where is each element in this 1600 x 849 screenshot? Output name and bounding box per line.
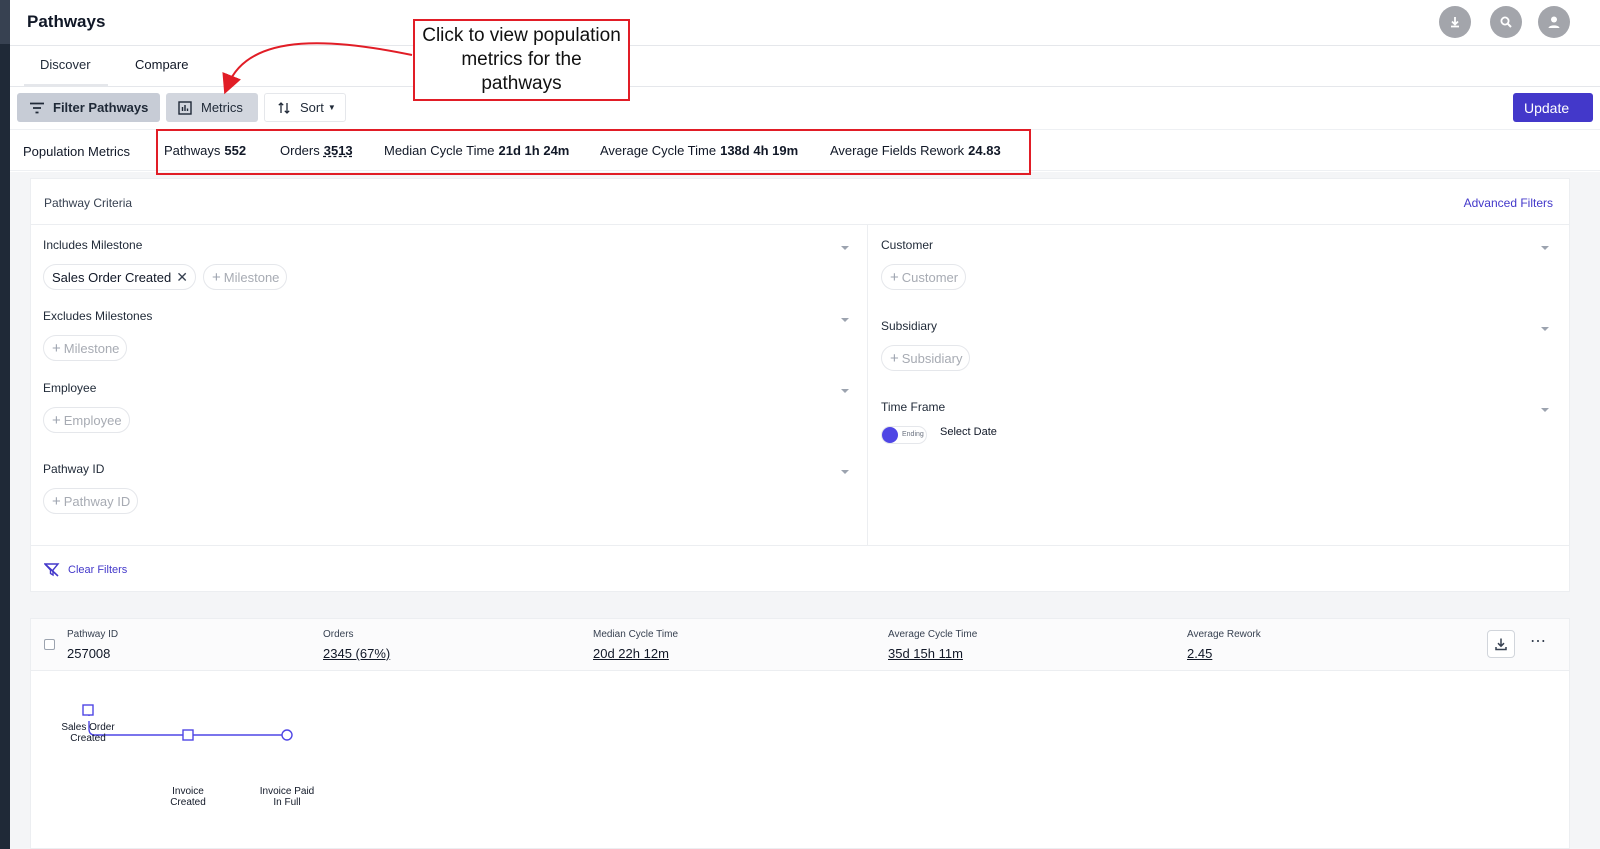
column-value-link[interactable]: 2.45 — [1187, 646, 1261, 661]
add-excluded-milestone-chip[interactable]: + Milestone — [43, 335, 128, 361]
node-label-line: Invoice — [172, 786, 204, 797]
end-node[interactable] — [281, 729, 293, 741]
excludes-milestones-label: Excludes Milestones — [43, 309, 153, 323]
chip-label: Customer — [901, 269, 959, 285]
criteria-header: Pathway Criteria Advanced Filters — [31, 179, 1569, 225]
node-label-line: Sales Order — [61, 722, 115, 733]
milestone-node[interactable] — [82, 704, 94, 716]
column-value-link[interactable]: 20d 22h 12m — [593, 646, 678, 661]
column-header: Average Cycle Time — [888, 629, 978, 640]
clear-filters-button[interactable]: Clear Filters — [44, 563, 127, 577]
column-value-link[interactable]: 35d 15h 11m — [888, 646, 977, 661]
pathway-id-label: Pathway ID — [43, 462, 105, 476]
node-label: Invoice Created — [148, 786, 228, 808]
plus-icon: + — [52, 411, 61, 429]
result-col-median-cycle-time: Median Cycle Time 20d 22h 12m — [593, 629, 678, 661]
update-button[interactable]: Update — [1513, 93, 1593, 122]
add-employee-chip[interactable]: + Employee — [43, 407, 130, 433]
customer-label: Customer — [881, 238, 934, 252]
column-header: Median Cycle Time — [593, 629, 679, 640]
select-date-button[interactable]: Select Date — [940, 426, 997, 438]
includes-milestone-label: Includes Milestone — [43, 238, 143, 252]
criteria-footer-divider — [31, 545, 1569, 546]
chip-label: Milestone — [63, 340, 120, 356]
result-col-orders: Orders 2345 (67%) — [323, 629, 390, 661]
user-icon[interactable] — [1538, 6, 1570, 38]
node-label-line: Created — [170, 797, 206, 808]
plus-icon: + — [890, 349, 899, 367]
chevron-down-icon[interactable] — [1541, 246, 1549, 250]
chevron-down-icon[interactable] — [841, 318, 849, 322]
left-navigation-strip — [0, 0, 10, 849]
add-pathway-id-chip[interactable]: + Pathway ID — [43, 488, 139, 514]
milestone-node[interactable] — [182, 729, 194, 741]
add-milestone-chip[interactable]: + Milestone — [203, 264, 288, 290]
column-divider — [867, 225, 868, 545]
chevron-down-icon[interactable] — [1541, 327, 1549, 331]
chip-label: Pathway ID — [63, 493, 131, 509]
column-value: 257008 — [67, 646, 111, 661]
node-label: Sales Order Created — [48, 722, 128, 744]
toggle-knob — [882, 427, 898, 443]
plus-icon: + — [212, 268, 221, 286]
result-col-average-rework: Average Rework 2.45 — [1187, 629, 1261, 661]
node-label-line: In Full — [273, 797, 301, 808]
more-options-icon[interactable]: ⋯ — [1530, 631, 1547, 651]
plus-icon: + — [52, 339, 61, 357]
select-checkbox[interactable] — [44, 639, 55, 650]
time-frame-label: Time Frame — [881, 400, 946, 414]
chevron-down-icon[interactable] — [841, 470, 849, 474]
chevron-down-icon[interactable] — [1541, 408, 1549, 412]
subsidiary-label: Subsidiary — [881, 319, 938, 333]
column-header: Pathway ID — [67, 629, 119, 640]
plus-icon: + — [52, 492, 61, 510]
chevron-down-icon[interactable] — [841, 246, 849, 250]
metrics-highlight-box — [156, 129, 1031, 175]
column-header: Average Rework — [1187, 629, 1261, 640]
column-header: Orders — [323, 629, 354, 640]
result-col-pathway-id: Pathway ID 257008 — [67, 629, 118, 661]
annotation-arrow — [222, 42, 413, 95]
chevron-down-icon[interactable] — [841, 389, 849, 393]
plus-icon: + — [890, 268, 899, 286]
download-icon — [1495, 638, 1507, 651]
chip-label: Employee — [63, 412, 122, 428]
ending-toggle[interactable]: Ending — [881, 426, 927, 444]
chip-label: Subsidiary — [901, 350, 963, 366]
column-value-link[interactable]: 2345 (67%) — [323, 646, 390, 661]
chip-label: Milestone — [223, 269, 280, 285]
population-metrics-label: Population Metrics — [23, 144, 130, 159]
employee-label: Employee — [43, 381, 97, 395]
search-icon[interactable] — [1490, 6, 1522, 38]
pathway-criteria-panel: Pathway Criteria Advanced Filters Includ… — [30, 178, 1570, 592]
milestone-chip-selected[interactable]: Sales Order Created ✕ — [43, 264, 196, 290]
node-label: Invoice Paid In Full — [247, 786, 327, 808]
clear-filter-icon — [44, 563, 60, 577]
node-label-line: Created — [70, 733, 106, 744]
download-icon[interactable] — [1439, 6, 1471, 38]
result-col-average-cycle-time: Average Cycle Time 35d 15h 11m — [888, 629, 977, 661]
pathway-result-card: Pathway ID 257008 Orders 2345 (67%) Medi… — [30, 618, 1570, 849]
clear-filters-label: Clear Filters — [68, 564, 128, 576]
node-label-line: Invoice Paid — [259, 786, 315, 797]
close-icon[interactable]: ✕ — [176, 269, 188, 286]
advanced-filters-link[interactable]: Advanced Filters — [1464, 196, 1553, 210]
download-button[interactable] — [1487, 630, 1515, 658]
toggle-label: Ending — [902, 431, 924, 438]
criteria-title: Pathway Criteria — [44, 196, 133, 210]
add-subsidiary-chip[interactable]: + Subsidiary — [881, 345, 971, 371]
add-customer-chip[interactable]: + Customer — [881, 264, 967, 290]
result-summary-row: Pathway ID 257008 Orders 2345 (67%) Medi… — [31, 619, 1569, 671]
chip-label: Sales Order Created — [52, 269, 172, 285]
